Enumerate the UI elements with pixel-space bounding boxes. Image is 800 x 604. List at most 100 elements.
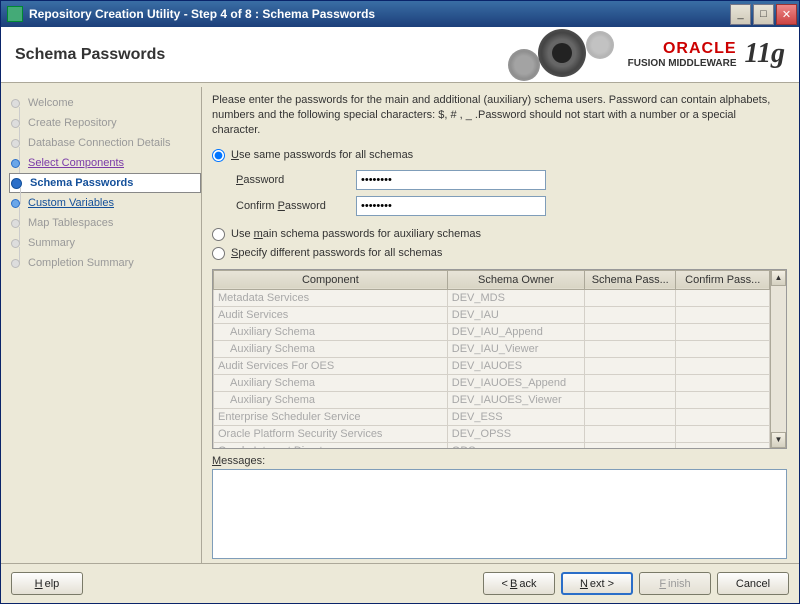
nav-dot-icon: [11, 239, 20, 248]
radio-diff-input[interactable]: [212, 247, 225, 260]
column-header[interactable]: Schema Pass...: [585, 270, 676, 289]
header: Schema Passwords ORACLE FUSION MIDDLEWAR…: [1, 27, 799, 83]
cell-schema-pass: [585, 340, 676, 357]
cell-confirm-pass: [676, 391, 770, 408]
scroll-down-arrow-icon[interactable]: ▼: [771, 432, 786, 448]
confirm-password-input[interactable]: [356, 196, 546, 216]
nav-step-select-components[interactable]: Select Components: [9, 153, 201, 173]
nav-dot-icon: [11, 219, 20, 228]
cell-owner: DEV_IAUOES_Append: [447, 374, 584, 391]
finish-button: Finish: [639, 572, 711, 595]
table-row: Audit ServicesDEV_IAU: [214, 306, 770, 323]
table-scrollbar[interactable]: ▲ ▼: [770, 270, 786, 448]
schema-table: ComponentSchema OwnerSchema Pass...Confi…: [213, 270, 770, 448]
nav-dot-icon: [11, 178, 22, 189]
cell-component: Auxiliary Schema: [214, 323, 448, 340]
column-header[interactable]: Component: [214, 270, 448, 289]
titlebar: Repository Creation Utility - Step 4 of …: [1, 1, 799, 27]
column-header[interactable]: Confirm Pass...: [676, 270, 770, 289]
page-title: Schema Passwords: [15, 46, 508, 64]
radio-main-passwords[interactable]: Use main schema passwords for auxiliary …: [212, 225, 787, 244]
nav-dot-icon: [11, 99, 20, 108]
table-row: Auxiliary SchemaDEV_IAUOES_Viewer: [214, 391, 770, 408]
scroll-up-arrow-icon[interactable]: ▲: [771, 270, 786, 286]
nav-step-custom-variables[interactable]: Custom Variables: [9, 193, 201, 213]
brand-version: 11g: [745, 39, 785, 70]
nav-step-database-connection-details: Database Connection Details: [9, 133, 201, 153]
radio-diff-passwords[interactable]: Specify different passwords for all sche…: [212, 244, 787, 263]
cell-component: Oracle Internet Directory: [214, 442, 448, 448]
cell-owner: DEV_IAU: [447, 306, 584, 323]
cell-schema-pass: [585, 391, 676, 408]
nav-label: Completion Summary: [28, 257, 134, 269]
nav-step-completion-summary: Completion Summary: [9, 253, 201, 273]
footer: Help < Back Next > Finish Cancel: [1, 563, 799, 603]
back-button[interactable]: < Back: [483, 572, 555, 595]
nav-step-schema-passwords: Schema Passwords: [9, 173, 201, 193]
radio-same-label: Use same passwords for all schemas: [231, 149, 413, 161]
cell-schema-pass: [585, 289, 676, 306]
radio-same-input[interactable]: [212, 149, 225, 162]
cell-schema-pass: [585, 374, 676, 391]
column-header[interactable]: Schema Owner: [447, 270, 584, 289]
brand-oracle: ORACLE: [628, 40, 737, 58]
cell-component: Auxiliary Schema: [214, 374, 448, 391]
cell-schema-pass: [585, 323, 676, 340]
close-button[interactable]: ✕: [776, 4, 797, 25]
cell-owner: DEV_IAU_Append: [447, 323, 584, 340]
password-input[interactable]: [356, 170, 546, 190]
nav-label: Custom Variables: [28, 197, 114, 209]
table-row: Metadata ServicesDEV_MDS: [214, 289, 770, 306]
radio-main-input[interactable]: [212, 228, 225, 241]
nav-step-welcome: Welcome: [9, 93, 201, 113]
cell-component: Oracle Platform Security Services: [214, 425, 448, 442]
cell-confirm-pass: [676, 408, 770, 425]
gears-graphic: [508, 27, 628, 83]
table-row: Enterprise Scheduler ServiceDEV_ESS: [214, 408, 770, 425]
cell-component: Audit Services For OES: [214, 357, 448, 374]
table-row: Oracle Internet DirectoryODS: [214, 442, 770, 448]
nav-label: Database Connection Details: [28, 137, 170, 149]
cell-schema-pass: [585, 442, 676, 448]
cell-confirm-pass: [676, 357, 770, 374]
schema-table-container: ComponentSchema OwnerSchema Pass...Confi…: [212, 269, 787, 449]
radio-same-passwords[interactable]: Use same passwords for all schemas: [212, 146, 787, 165]
cell-schema-pass: [585, 357, 676, 374]
nav-dot-icon: [11, 199, 20, 208]
nav-dot-icon: [11, 159, 20, 168]
maximize-button[interactable]: □: [753, 4, 774, 25]
cell-owner: DEV_MDS: [447, 289, 584, 306]
scroll-track[interactable]: [771, 286, 786, 432]
nav-label: Map Tablespaces: [28, 217, 113, 229]
wizard-nav: Welcome Create Repository Database Connect…: [3, 87, 201, 563]
password-label: Password: [236, 174, 356, 186]
nav-label: Select Components: [28, 157, 124, 169]
cell-schema-pass: [585, 425, 676, 442]
nav-label: Summary: [28, 237, 75, 249]
cell-component: Enterprise Scheduler Service: [214, 408, 448, 425]
nav-label: Create Repository: [28, 117, 117, 129]
cell-schema-pass: [585, 306, 676, 323]
minimize-button[interactable]: _: [730, 4, 751, 25]
cell-confirm-pass: [676, 340, 770, 357]
password-row: Password: [236, 167, 787, 193]
cell-schema-pass: [585, 408, 676, 425]
help-button[interactable]: Help: [11, 572, 83, 595]
window-title: Repository Creation Utility - Step 4 of …: [29, 7, 728, 21]
nav-step-create-repository: Create Repository: [9, 113, 201, 133]
messages-box[interactable]: [212, 469, 787, 559]
confirm-password-row: Confirm Password: [236, 193, 787, 219]
nav-step-map-tablespaces: Map Tablespaces: [9, 213, 201, 233]
cancel-button[interactable]: Cancel: [717, 572, 789, 595]
cell-confirm-pass: [676, 323, 770, 340]
brand-middleware: FUSION MIDDLEWARE: [628, 58, 737, 69]
nav-dot-icon: [11, 119, 20, 128]
cell-owner: DEV_OPSS: [447, 425, 584, 442]
table-row: Auxiliary SchemaDEV_IAU_Append: [214, 323, 770, 340]
app-window: Repository Creation Utility - Step 4 of …: [0, 0, 800, 604]
radio-diff-label: Specify different passwords for all sche…: [231, 247, 442, 259]
nav-dot-icon: [11, 139, 20, 148]
cell-confirm-pass: [676, 289, 770, 306]
next-button[interactable]: Next >: [561, 572, 633, 595]
cell-owner: DEV_IAUOES_Viewer: [447, 391, 584, 408]
